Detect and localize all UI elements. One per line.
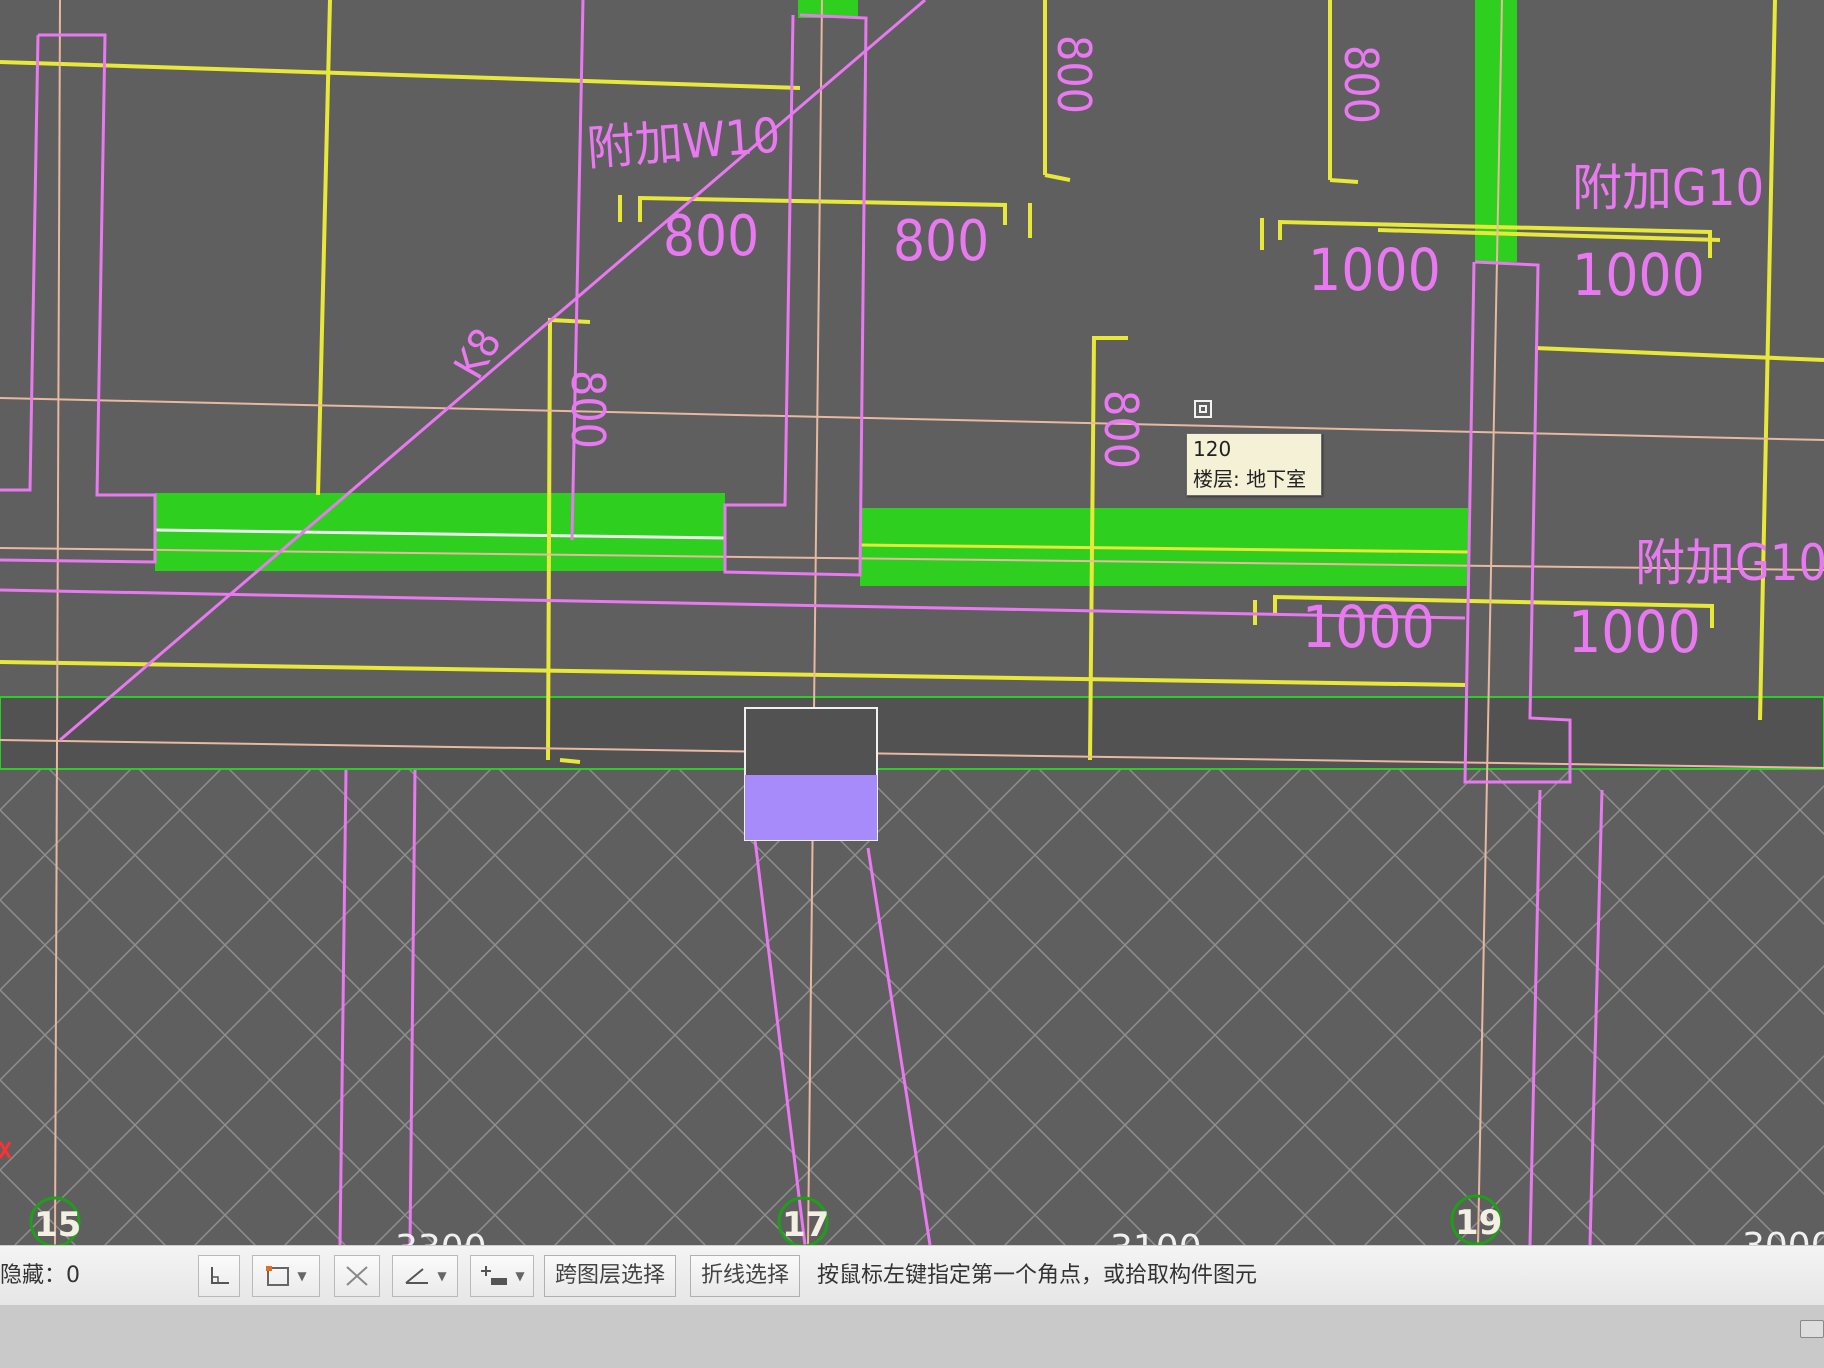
tooltip-value: 120 [1193, 437, 1232, 461]
horizontal-beam [0, 696, 1824, 770]
dim-800-mid-vert: 800 [1094, 390, 1148, 469]
cross-icon [346, 1266, 368, 1286]
status-bar: 隐藏：0 ▼ ▼ ▼ 跨图层选择 折线选择 按鼠标左键指定第一个角点，或拾取构件… [0, 1245, 1824, 1306]
keyboard-icon[interactable] [1800, 1320, 1824, 1338]
dim-800-a: 800 [663, 204, 759, 269]
insert-icon [481, 1266, 508, 1285]
dropdown-caret-icon: ▼ [297, 1269, 307, 1283]
yellow-lines [0, 0, 1824, 764]
dropdown-caret-icon: ▼ [515, 1269, 525, 1283]
ortho-button[interactable] [198, 1255, 240, 1297]
dim-bottom-3: 3000 [1742, 1226, 1824, 1245]
dim-bottom-1: 3300 [395, 1228, 487, 1245]
svg-text:15: 15 [34, 1205, 81, 1245]
tooltip-floor: 楼层: 地下室 [1193, 467, 1307, 491]
hatched-slab [0, 765, 1824, 1245]
dim-800-b: 800 [893, 209, 989, 274]
rebar-label-g10-right: 附加G10 [1635, 534, 1824, 592]
angle-icon [405, 1268, 429, 1284]
svg-text:17: 17 [782, 1205, 829, 1245]
drawing-canvas[interactable]: 附加W10 800 800 800 800 K8 800 800 附加G10 1… [0, 0, 1824, 1245]
dim-k8: K8 [444, 320, 511, 387]
polyline-select-button[interactable]: 折线选择 [690, 1255, 801, 1297]
axis-bubble-15: 15 [29, 1196, 81, 1245]
snap-marker-icon [1194, 400, 1212, 418]
cad-drawing[interactable]: 附加W10 800 800 800 800 K8 800 800 附加G10 1… [0, 0, 1824, 1245]
dropdown-caret-icon: ▼ [437, 1269, 447, 1283]
rebar-label-w10: 附加W10 [585, 108, 782, 177]
rebar-label-g10-top: 附加G10 [1572, 159, 1764, 217]
dim-800-top-1: 800 [1047, 35, 1101, 114]
hover-tooltip: 120 楼层: 地下室 [1186, 433, 1322, 496]
cross-layer-select-button[interactable]: 跨图层选择 [544, 1255, 677, 1297]
dim-1000-b: 1000 [1572, 241, 1705, 309]
dim-1000-a: 1000 [1308, 236, 1441, 304]
rect-select-button[interactable]: ▼ [252, 1255, 320, 1297]
ortho-icon [211, 1267, 229, 1284]
axis-bubble-17: 17 [777, 1196, 829, 1245]
dim-1000-d: 1000 [1568, 598, 1701, 666]
dim-800-left-vert: 800 [561, 370, 615, 449]
dim-bottom-2: 3100 [1110, 1228, 1202, 1245]
rect-select-icon [266, 1266, 290, 1286]
cross-select-button[interactable] [334, 1255, 380, 1297]
dim-1000-c: 1000 [1302, 593, 1435, 661]
insert-point-button[interactable]: ▼ [470, 1255, 534, 1297]
green-column-top [1475, 0, 1517, 262]
dim-800-top-2: 800 [1334, 45, 1388, 124]
hidden-count: 隐藏：0 [0, 1263, 80, 1288]
axis-bubble-19: 19 [1450, 1194, 1502, 1245]
command-prompt: 按鼠标左键指定第一个角点，或拾取构件图元 [817, 1263, 1258, 1288]
angle-button[interactable]: ▼ [392, 1255, 458, 1297]
bottom-panel [0, 1305, 1824, 1368]
svg-text:19: 19 [1455, 1203, 1502, 1243]
selected-column-fill [745, 775, 877, 840]
